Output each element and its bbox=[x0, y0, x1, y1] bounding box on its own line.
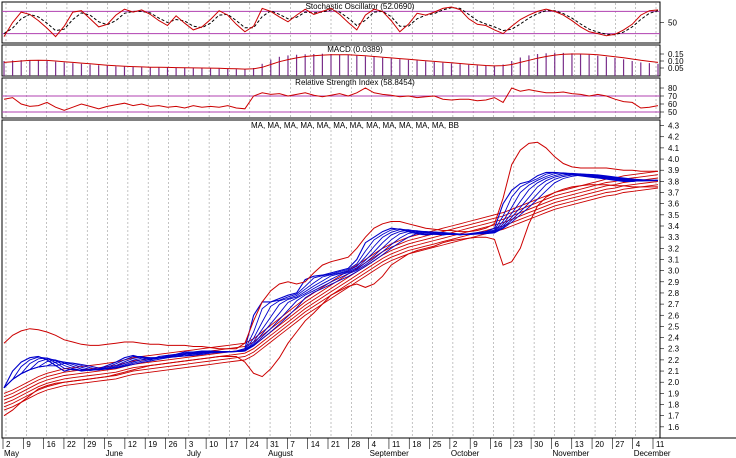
x-day-label: 24 bbox=[250, 440, 259, 449]
rsi-title: Relative Strength Index (58.8454) bbox=[295, 78, 415, 87]
stochastic-title: Stochastic Oscillator (52.0690) bbox=[306, 2, 415, 11]
x-month-label: September bbox=[370, 449, 409, 458]
y-tick-label: 2.1 bbox=[668, 367, 680, 376]
x-day-label: 29 bbox=[87, 440, 96, 449]
x-day-label: 14 bbox=[311, 440, 320, 449]
x-month-label: October bbox=[451, 449, 480, 458]
y-tick-label: 3.5 bbox=[668, 211, 680, 220]
x-day-label: 6 bbox=[554, 440, 559, 449]
x-day-label: 19 bbox=[148, 440, 157, 449]
price-panel: MA, MA, MA, MA, MA, MA, MA, MA, MA, MA, … bbox=[1, 119, 680, 439]
x-day-label: 31 bbox=[270, 440, 279, 449]
y-tick-label: 2.8 bbox=[668, 289, 680, 298]
macd-panel: MACD (0.0389) 0.150.100.05 bbox=[1, 44, 684, 77]
y-tick-label: 50 bbox=[668, 108, 677, 117]
y-tick-label: 3.3 bbox=[668, 233, 680, 242]
x-day-label: 3 bbox=[189, 440, 194, 449]
x-day-label: 16 bbox=[47, 440, 56, 449]
x-month-label: May bbox=[4, 449, 19, 458]
y-tick-label: 4.0 bbox=[668, 155, 680, 164]
x-day-label: 13 bbox=[575, 440, 584, 449]
x-day-label: 27 bbox=[615, 440, 624, 449]
x-day-label: 9 bbox=[473, 440, 478, 449]
x-day-label: 11 bbox=[392, 440, 401, 449]
x-day-label: 4 bbox=[636, 440, 641, 449]
y-tick-label: 2.9 bbox=[668, 278, 680, 287]
x-day-label: 2 bbox=[6, 440, 11, 449]
y-tick-label: 3.1 bbox=[668, 255, 680, 264]
y-tick-label: 3.8 bbox=[668, 177, 680, 186]
x-month-label: June bbox=[106, 449, 124, 458]
y-tick-label: 3.9 bbox=[668, 166, 680, 175]
x-day-label: 28 bbox=[351, 440, 360, 449]
y-tick-label: 3.2 bbox=[668, 244, 680, 253]
y-tick-label: 3.4 bbox=[668, 222, 680, 231]
y-tick-label: 3.6 bbox=[668, 200, 680, 209]
x-month-label: November bbox=[552, 449, 589, 458]
stock-chart: Stochastic Oscillator (52.0690) 50 MACD … bbox=[1, 1, 736, 458]
x-day-label: 22 bbox=[67, 440, 76, 449]
stochastic-panel: Stochastic Oscillator (52.0690) 50 bbox=[1, 1, 677, 44]
x-day-label: 26 bbox=[169, 440, 178, 449]
x-day-label: 20 bbox=[595, 440, 604, 449]
y-tick-label: 3.0 bbox=[668, 267, 680, 276]
x-day-label: 5 bbox=[108, 440, 113, 449]
y-tick-label: 0.05 bbox=[668, 64, 684, 73]
x-month-label: July bbox=[187, 449, 201, 458]
y-tick-label: 1.7 bbox=[668, 412, 680, 421]
x-day-label: 11 bbox=[656, 440, 665, 449]
macd-title: MACD (0.0389) bbox=[327, 45, 383, 54]
y-tick-label: 3.7 bbox=[668, 189, 680, 198]
y-tick-label: 2.0 bbox=[668, 378, 680, 387]
y-tick-label: 2.6 bbox=[668, 311, 680, 320]
y-tick-label: 4.3 bbox=[668, 122, 680, 131]
x-month-label: August bbox=[268, 449, 294, 458]
rsi-panel: Relative Strength Index (58.8454) 807060… bbox=[1, 77, 677, 119]
x-day-label: 9 bbox=[26, 440, 31, 449]
x-day-label: 25 bbox=[433, 440, 442, 449]
x-day-label: 30 bbox=[534, 440, 543, 449]
y-tick-label: 2.5 bbox=[668, 322, 680, 331]
y-tick-label: 4.2 bbox=[668, 133, 680, 142]
y-tick-label: 4.1 bbox=[668, 144, 680, 153]
x-day-label: 16 bbox=[494, 440, 503, 449]
x-month-label: December bbox=[634, 449, 671, 458]
x-day-label: 18 bbox=[412, 440, 421, 449]
y-tick-label: 2.2 bbox=[668, 356, 680, 365]
x-day-label: 12 bbox=[128, 440, 137, 449]
y-tick-label: 50 bbox=[668, 19, 677, 28]
price-title: MA, MA, MA, MA, MA, MA, MA, MA, MA, MA, … bbox=[251, 121, 459, 130]
y-tick-label: 1.6 bbox=[668, 423, 680, 432]
x-day-label: 23 bbox=[514, 440, 523, 449]
x-day-label: 4 bbox=[372, 440, 377, 449]
y-tick-label: 2.7 bbox=[668, 300, 680, 309]
y-tick-label: 2.3 bbox=[668, 345, 680, 354]
x-day-label: 21 bbox=[331, 440, 340, 449]
date-axis: 2 9 16 22 29 5 12 19 26 3 10 17 24 31 7 14 21 28 4 11 18 25 2 9… bbox=[2, 437, 736, 458]
y-tick-label: 2.4 bbox=[668, 334, 680, 343]
x-day-label: 17 bbox=[229, 440, 238, 449]
y-tick-label: 1.9 bbox=[668, 389, 680, 398]
x-day-label: 10 bbox=[209, 440, 218, 449]
x-day-label: 7 bbox=[290, 440, 295, 449]
x-day-label: 2 bbox=[453, 440, 458, 449]
y-tick-label: 1.8 bbox=[668, 401, 680, 410]
